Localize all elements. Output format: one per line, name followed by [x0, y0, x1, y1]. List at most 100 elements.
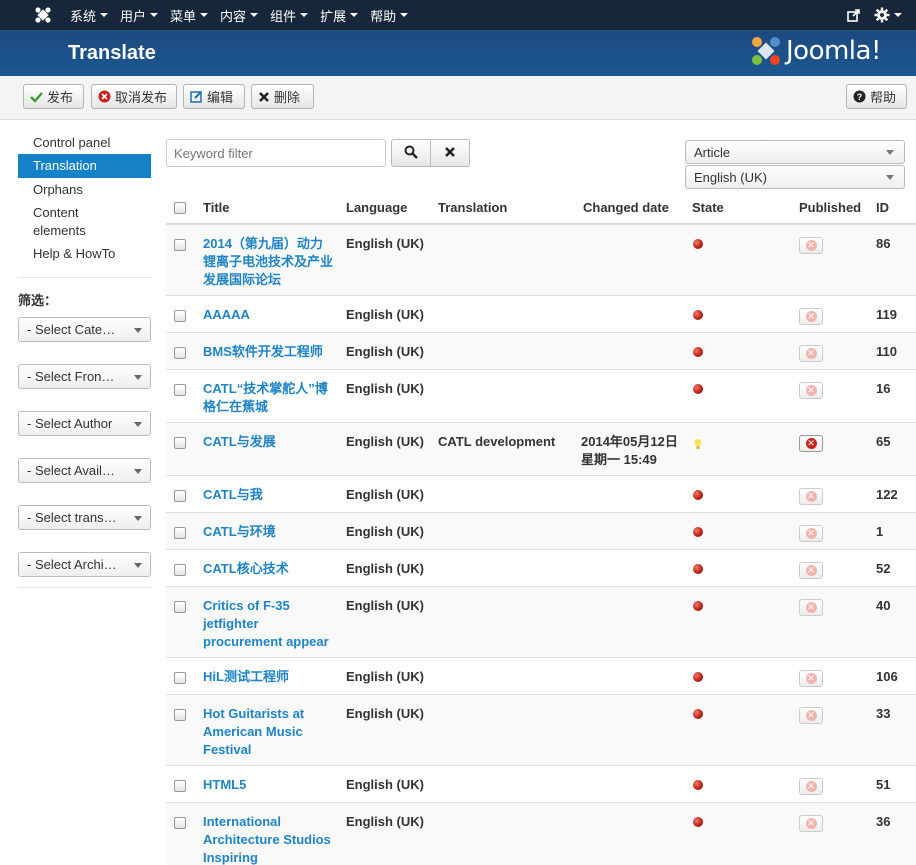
unpublish-button[interactable]: 取消发布 [91, 84, 177, 109]
col-published[interactable]: Published [799, 200, 861, 215]
menu-help[interactable]: 帮助 [364, 0, 414, 30]
row-title-link[interactable]: CATL核心技术 [203, 560, 333, 578]
row-checkbox[interactable] [174, 437, 186, 449]
menu-content[interactable]: 内容 [214, 0, 264, 30]
col-language[interactable]: Language [346, 200, 407, 215]
row-id: 16 [876, 381, 891, 396]
row-title-link[interactable]: International Architecture Studios Inspi… [203, 813, 333, 865]
row-title-link[interactable]: HiL测试工程师 [203, 668, 333, 686]
row-title-link[interactable]: BMS软件开发工程师 [203, 343, 333, 361]
select-all-checkbox[interactable] [174, 202, 186, 214]
sidebar-item-help-howto[interactable]: Help & HowTo [18, 242, 151, 265]
sidebar-item-content-elements[interactable]: Content elements [18, 201, 108, 242]
select-author-label: - Select Author [27, 416, 113, 431]
sidebar-item-control-panel[interactable]: Control panel [18, 130, 151, 154]
row-checkbox[interactable] [174, 672, 186, 684]
publish-toggle-button[interactable]: ✕ [799, 345, 823, 362]
col-translation[interactable]: Translation [438, 200, 507, 215]
menu-menus[interactable]: 菜单 [164, 0, 214, 30]
select-archive[interactable]: - Select Archi… [18, 552, 151, 577]
gear-icon[interactable] [874, 7, 902, 23]
row-published: ✕ [799, 237, 823, 254]
sidebar: Control panel Translation Orphans Conten… [18, 130, 151, 588]
select-translation[interactable]: - Select trans… [18, 505, 151, 530]
row-language: English (UK) [346, 434, 424, 449]
cancel-circle-icon: ✕ [805, 818, 817, 829]
table-row: Hot Guitarists at American Music Festiva… [166, 694, 916, 765]
clear-filter-button[interactable] [430, 139, 470, 167]
col-changed-date[interactable]: Changed date [583, 200, 669, 215]
filter-heading: 筛选： [18, 293, 58, 308]
publish-toggle-button[interactable]: ✕ [799, 670, 823, 687]
row-checkbox[interactable] [174, 817, 186, 829]
edit-button[interactable]: 编辑 [183, 84, 245, 109]
joomla-logo-icon[interactable] [30, 6, 56, 24]
chevron-down-icon [200, 13, 209, 17]
row-checkbox[interactable] [174, 780, 186, 792]
cancel-circle-icon: ✕ [805, 491, 817, 502]
chevron-down-icon [400, 13, 409, 17]
publish-toggle-button[interactable]: ✕ [799, 707, 823, 724]
col-state[interactable]: State [692, 200, 724, 215]
select-availability[interactable]: - Select Avail… [18, 458, 151, 483]
publish-toggle-button[interactable]: ✕ [799, 308, 823, 325]
sidebar-item-translation[interactable]: Translation [18, 154, 151, 178]
row-title-link[interactable]: AAAAA [203, 306, 333, 324]
row-title-link[interactable]: 2014（第九届）动力锂离子电池技术及产业发展国际论坛 [203, 235, 333, 289]
row-checkbox[interactable] [174, 347, 186, 359]
content-type-select[interactable]: Article [685, 140, 905, 164]
row-state [693, 527, 703, 537]
cancel-circle-icon: ✕ [805, 528, 817, 539]
table-row: CATL“技术掌舵人”博格仁在蕉城 English (UK) ✕ 16 [166, 369, 916, 422]
row-title-link[interactable]: Critics of F-35 jetfighter procurement a… [203, 597, 333, 651]
select-category[interactable]: - Select Cate… [18, 317, 151, 342]
publish-button[interactable]: 发布 [23, 84, 84, 109]
menu-extensions[interactable]: 扩展 [314, 0, 364, 30]
language-select[interactable]: English (UK) [685, 165, 905, 189]
publish-toggle-button[interactable]: ✕ [799, 599, 823, 616]
search-button[interactable] [391, 139, 431, 167]
row-checkbox[interactable] [174, 384, 186, 396]
row-title-link[interactable]: HTML5 [203, 776, 333, 794]
sidebar-item-orphans[interactable]: Orphans [18, 178, 151, 201]
row-checkbox[interactable] [174, 490, 186, 502]
row-checkbox[interactable] [174, 310, 186, 322]
menu-components[interactable]: 组件 [264, 0, 314, 30]
publish-toggle-button[interactable]: ✕ [799, 562, 823, 579]
row-published: ✕ [799, 670, 823, 687]
publish-toggle-button[interactable]: ✕ [799, 382, 823, 399]
publish-toggle-button[interactable]: ✕ [799, 237, 823, 254]
external-link-icon[interactable] [847, 8, 860, 22]
menu-users[interactable]: 用户 [114, 0, 164, 30]
row-checkbox[interactable] [174, 527, 186, 539]
row-checkbox[interactable] [174, 564, 186, 576]
keyword-filter-input[interactable] [166, 139, 386, 167]
table-row: AAAAA English (UK) ✕ 119 [166, 295, 916, 332]
row-checkbox[interactable] [174, 601, 186, 613]
publish-toggle-button[interactable]: ✕ [799, 815, 823, 832]
publish-toggle-button[interactable]: ✕ [799, 525, 823, 542]
row-title-link[interactable]: CATL“技术掌舵人”博格仁在蕉城 [203, 380, 333, 416]
select-author[interactable]: - Select Author [18, 411, 151, 436]
row-language: English (UK) [346, 598, 424, 613]
col-title[interactable]: Title [203, 200, 230, 215]
select-frontpage[interactable]: - Select Fron… [18, 364, 151, 389]
help-button[interactable]: ? 帮助 [846, 84, 907, 109]
chevron-down-icon [134, 375, 142, 380]
row-title-link[interactable]: CATL与发展 [203, 433, 333, 451]
publish-toggle-button[interactable]: ✕ [799, 435, 823, 452]
row-title-link[interactable]: Hot Guitarists at American Music Festiva… [203, 705, 333, 759]
row-title-link[interactable]: CATL与环境 [203, 523, 333, 541]
col-id[interactable]: ID [876, 200, 889, 215]
publish-toggle-button[interactable]: ✕ [799, 778, 823, 795]
row-state [693, 384, 703, 394]
row-checkbox[interactable] [174, 709, 186, 721]
table-row: International Architecture Studios Inspi… [166, 802, 916, 865]
publish-toggle-button[interactable]: ✕ [799, 488, 823, 505]
delete-button[interactable]: 删除 [251, 84, 314, 109]
row-id: 1 [876, 524, 884, 539]
row-title-link[interactable]: CATL与我 [203, 486, 333, 504]
content-type-value: Article [694, 145, 731, 160]
menu-system[interactable]: 系统 [64, 0, 114, 30]
row-checkbox[interactable] [174, 239, 186, 251]
